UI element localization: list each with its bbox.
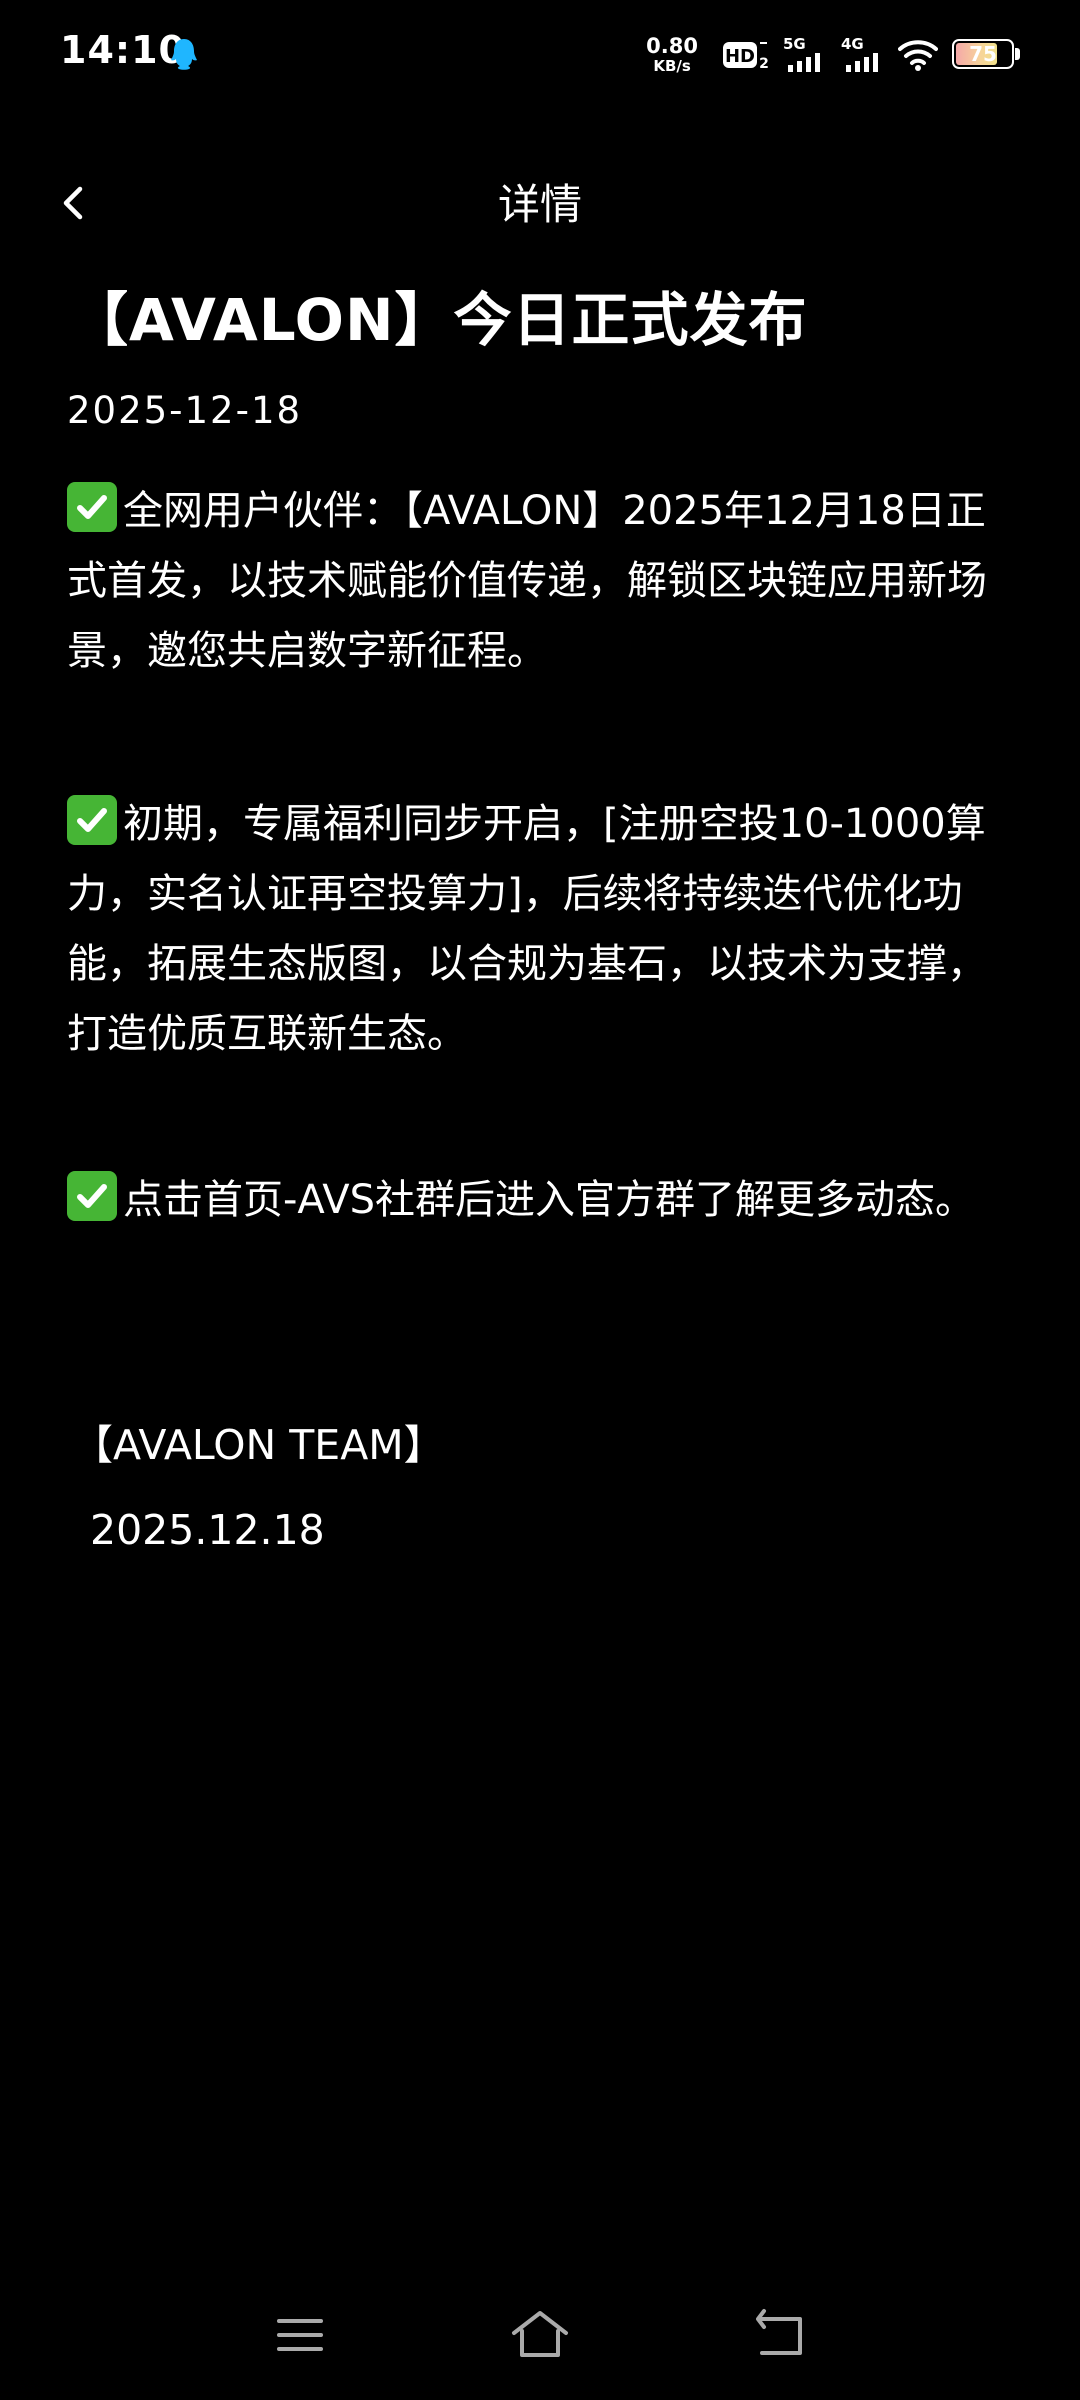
navigation-bar <box>0 2290 1080 2380</box>
battery-icon: 75 <box>952 39 1022 71</box>
signature-date: 2025.12.18 <box>90 1506 325 1554</box>
qq-notification-icon <box>171 39 197 70</box>
network-speed-value: 0.80 <box>646 34 698 58</box>
signal-4g-icon: 4G <box>841 35 878 72</box>
signal-5g-icon: 5G <box>783 35 820 72</box>
network-speed-unit: KB/s <box>653 57 691 75</box>
wifi-icon <box>898 40 938 71</box>
details-screen: 14:10 0.80 KB/s HD 2 5G 4G 75 详情 【AVALON… <box>0 0 1080 2400</box>
paragraph-text: 全网用户伙伴：【AVALON】2025年12月18日正式首发，以技术赋能价值传递… <box>67 488 987 674</box>
article-paragraph: 初期，专属福利同步开启，[注册空投10-1000算力，实名认证再空投算力]，后续… <box>67 789 1017 1069</box>
signal-4g-label: 4G <box>841 35 864 53</box>
check-mark-button-icon <box>67 482 117 532</box>
return-icon <box>756 2309 802 2355</box>
check-mark-button-icon <box>67 1171 117 1221</box>
paragraph-text: 初期，专属福利同步开启，[注册空投10-1000算力，实名认证再空投算力]，后续… <box>67 801 987 1057</box>
article-paragraph: 点击首页-AVS社群后进入官方群了解更多动态。 <box>67 1165 1017 1235</box>
status-icons: 0.80 KB/s HD 2 5G 4G 75 <box>646 30 1022 80</box>
battery-level: 75 <box>969 42 997 66</box>
status-time: 14:10 <box>60 28 186 72</box>
article-date: 2025-12-18 <box>67 389 303 432</box>
chevron-left-icon <box>63 186 83 220</box>
menu-button[interactable] <box>270 2305 330 2365</box>
paragraph-text: 点击首页-AVS社群后进入官方群了解更多动态。 <box>123 1177 975 1223</box>
article-title: 【AVALON】今日正式发布 <box>70 286 808 354</box>
return-button[interactable] <box>750 2305 810 2365</box>
hd-label: HD <box>725 46 755 67</box>
article-paragraph: 全网用户伙伴：【AVALON】2025年12月18日正式首发，以技术赋能价值传递… <box>67 476 1017 686</box>
hd-sub-label: 2 <box>759 56 769 72</box>
back-button[interactable] <box>50 175 110 235</box>
network-speed: 0.80 KB/s <box>646 36 698 74</box>
signal-5g-label: 5G <box>783 35 806 53</box>
menu-icon <box>277 2319 323 2351</box>
status-bar: 14:10 0.80 KB/s HD 2 5G 4G 75 <box>0 0 1080 110</box>
check-mark-button-icon <box>67 795 117 845</box>
home-icon <box>512 2311 568 2357</box>
page-title: 详情 <box>497 180 582 229</box>
hd-voice-icon: HD 2 <box>723 42 769 72</box>
home-button[interactable] <box>510 2305 570 2365</box>
signature-team: 【AVALON TEAM】 <box>72 1421 445 1469</box>
battery-terminal <box>1015 48 1020 60</box>
